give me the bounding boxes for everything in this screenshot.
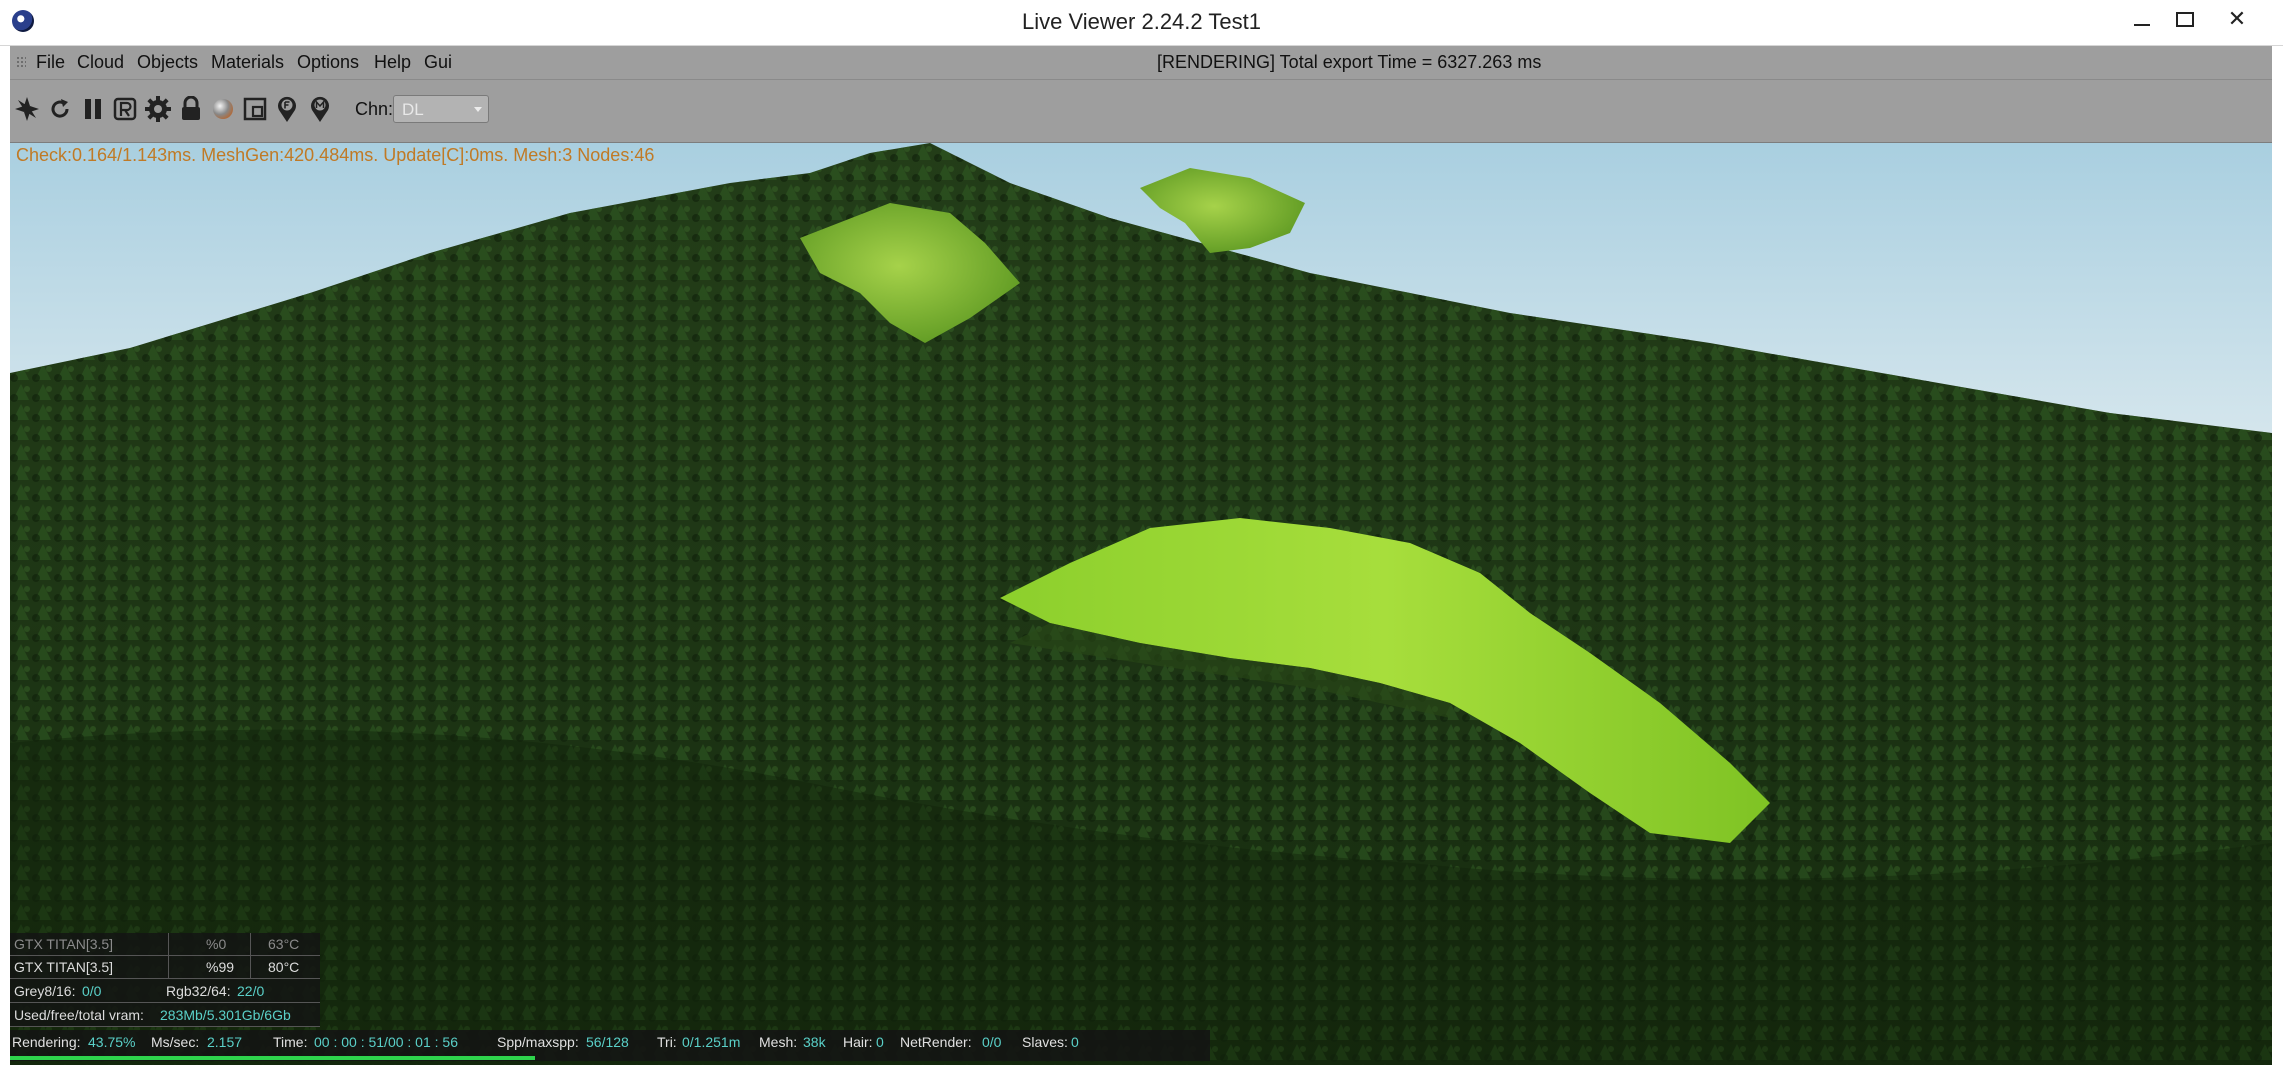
gpu-temp: 80°C — [268, 959, 300, 975]
gear-icon — [145, 96, 171, 122]
mssec-label: Ms/sec: — [151, 1034, 200, 1050]
render-viewport[interactable]: Check:0.164/1.143ms. MeshGen:420.484ms. … — [10, 143, 2272, 1065]
spp-label: Spp/maxspp: — [497, 1034, 579, 1050]
pin-m-icon — [311, 96, 329, 122]
close-button[interactable]: ✕ — [2213, 2, 2261, 36]
menu-objects[interactable]: Objects — [137, 52, 198, 73]
spp-value: 56/128 — [586, 1034, 629, 1050]
region-render-button[interactable] — [110, 94, 140, 124]
chevron-down-icon — [474, 107, 482, 112]
gpu-temp: 63°C — [268, 936, 300, 952]
gpu-usage: %0 — [206, 936, 227, 952]
lock-icon — [182, 96, 200, 120]
pause-icon — [85, 99, 101, 119]
mesh-value: 38k — [803, 1034, 826, 1050]
slaves-label: Slaves: — [1022, 1034, 1068, 1050]
rendering-value: 43.75% — [88, 1034, 136, 1050]
refresh-icon — [51, 99, 69, 118]
menu-file[interactable]: File — [36, 52, 65, 73]
maximize-icon — [2176, 11, 2194, 27]
menu-cloud[interactable]: Cloud — [77, 52, 124, 73]
render-progress-bar — [10, 1055, 1210, 1061]
gpu-row: GTX TITAN[3.5] %0 63°C — [10, 933, 320, 956]
netrender-label: NetRender: — [900, 1034, 972, 1050]
aperture-button[interactable] — [12, 94, 42, 124]
tri-label: Tri: — [657, 1034, 677, 1050]
menubar-grip-icon[interactable] — [16, 56, 26, 68]
rendering-label: Rendering: — [12, 1034, 81, 1050]
slaves-value: 0 — [1071, 1034, 1079, 1050]
resize-button[interactable] — [240, 94, 270, 124]
channel-label: Chn: — [355, 99, 394, 119]
render-progress-fill — [10, 1056, 535, 1060]
menu-materials[interactable]: Materials — [211, 52, 284, 73]
resize-icon — [243, 97, 267, 121]
gpu-usage: %99 — [206, 959, 235, 975]
vram-value: 283Mb/5.301Gb/6Gb — [160, 1007, 291, 1023]
toolbar: Chn: DL — [10, 80, 2272, 143]
time-value: 00 : 00 : 51/00 : 01 : 56 — [314, 1034, 458, 1050]
render-status-bar: Rendering: 43.75% Ms/sec: 2.157 Time: 00… — [10, 1030, 1210, 1055]
time-label: Time: — [273, 1034, 308, 1050]
mesh-label: Mesh: — [759, 1034, 798, 1050]
title-bar: Live Viewer 2.24.2 Test1 ✕ — [0, 0, 2283, 46]
lock-button[interactable] — [176, 94, 206, 124]
grey-buffer-label: Grey8/16: — [14, 983, 76, 999]
gpu-row: GTX TITAN[3.5] %99 80°C — [10, 956, 320, 979]
gpu-info-panel: GTX TITAN[3.5] %0 63°C GTX TITAN[3.5] %9… — [10, 933, 320, 1027]
material-pick-button[interactable] — [305, 94, 335, 124]
grey-buffer-value: 0/0 — [82, 983, 102, 999]
focus-pick-button[interactable] — [272, 94, 302, 124]
rgb-buffer-label: Rgb32/64: — [166, 983, 231, 999]
menu-bar: File Cloud Objects Materials Options Hel… — [10, 46, 2272, 80]
render-status-text: [RENDERING] Total export Time = 6327.263… — [1157, 52, 1542, 72]
netrender-value: 0/0 — [982, 1034, 1002, 1050]
performance-stats-text: Check:0.164/1.143ms. MeshGen:420.484ms. … — [16, 145, 655, 165]
rgb-buffer-value: 22/0 — [237, 983, 265, 999]
menu-gui[interactable]: Gui — [424, 52, 452, 73]
vram-label: Used/free/total vram: — [14, 1007, 144, 1023]
tri-value: 0/1.251m — [682, 1034, 741, 1050]
pause-button[interactable] — [78, 94, 108, 124]
rendered-forest-scene — [10, 143, 2272, 1065]
maximize-button[interactable] — [2163, 2, 2207, 36]
material-preview-button[interactable] — [208, 94, 238, 124]
close-icon: ✕ — [2227, 6, 2247, 31]
channel-select[interactable]: DL — [393, 95, 489, 123]
settings-button[interactable] — [143, 94, 173, 124]
minimize-icon — [2134, 24, 2150, 26]
window-bottom-border — [0, 1065, 2283, 1076]
buffer-info-row: Grey8/16: 0/0 Rgb32/64: 22/0 — [10, 979, 320, 1003]
refresh-button[interactable] — [45, 94, 75, 124]
vram-info-row: Used/free/total vram: 283Mb/5.301Gb/6Gb — [10, 1003, 320, 1027]
channel-value: DL — [402, 100, 424, 119]
material-sphere-icon — [213, 99, 233, 119]
minimize-button[interactable] — [2120, 2, 2164, 36]
aperture-icon — [15, 97, 39, 121]
menu-help[interactable]: Help — [374, 52, 411, 73]
pin-f-icon — [278, 96, 296, 122]
gpu-name: GTX TITAN[3.5] — [14, 959, 114, 975]
hair-value: 0 — [876, 1034, 884, 1050]
region-r-icon — [113, 97, 137, 121]
mssec-value: 2.157 — [207, 1034, 243, 1050]
gpu-name: GTX TITAN[3.5] — [14, 936, 114, 952]
hair-label: Hair: — [843, 1034, 873, 1050]
menu-options[interactable]: Options — [297, 52, 359, 73]
window-title: Live Viewer 2.24.2 Test1 — [1022, 9, 1261, 34]
